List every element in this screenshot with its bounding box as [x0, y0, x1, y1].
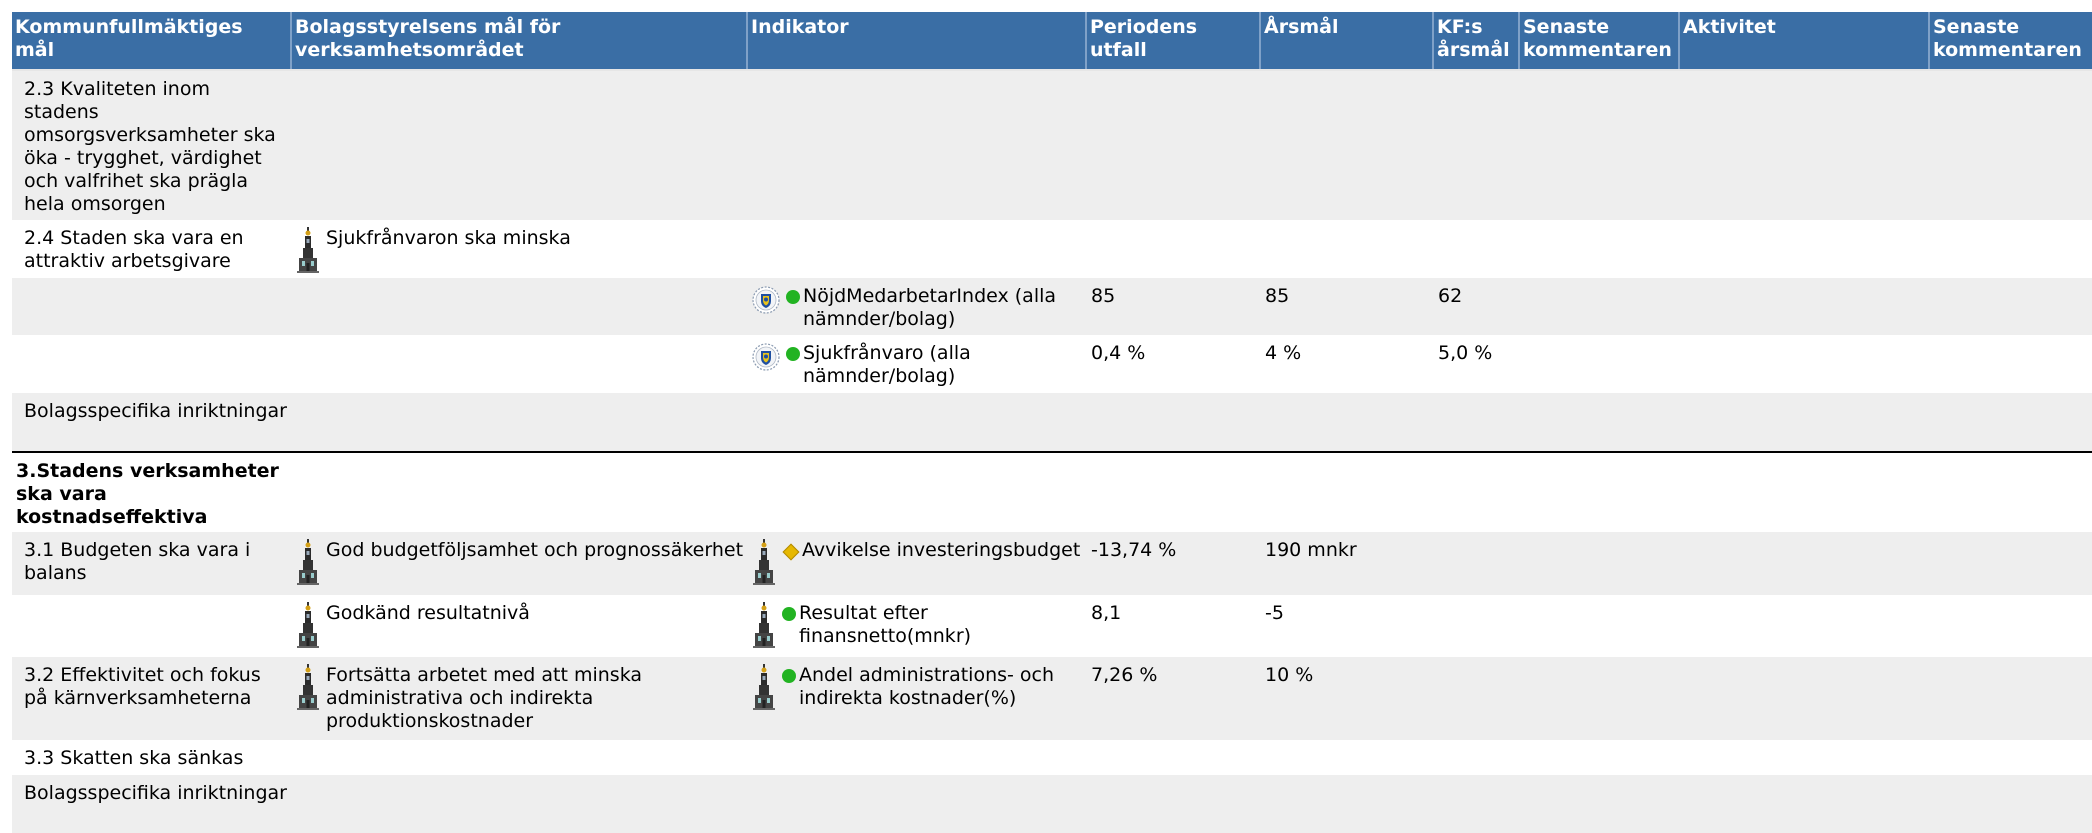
kf-goal-cell: Bolagsspecifika inriktningar [24, 400, 287, 422]
kf-goal-heading: 3.Stadens verksamheter ska vara kostnads… [16, 460, 279, 528]
kf-goal-cell: 2.4 Staden ska vara en attraktiv arbetsg… [24, 227, 244, 272]
status-green-icon [782, 669, 796, 683]
table-row: NöjdMedarbetarIndex (alla nämnder/bolag)… [12, 278, 2092, 335]
indicator-cell: Andel administrations- och indirekta kos… [748, 657, 1087, 740]
annual-target-cell: -5 [1265, 602, 1284, 624]
stadshus-tower-icon [752, 602, 776, 648]
stadshus-tower-icon [296, 227, 320, 273]
board-goal-text[interactable]: Fortsätta arbetet med att minska adminis… [326, 664, 744, 733]
table-row: 2.4 Staden ska vara en attraktiv arbetsg… [12, 220, 2092, 278]
kf-goal-cell: 3.2 Effektivitet och fokus på kärnverksa… [24, 664, 261, 709]
status-green-icon [786, 347, 800, 361]
board-goal-text[interactable]: Godkänd resultatnivå [326, 602, 530, 625]
board-goal-cell: Fortsätta arbetet med att minska adminis… [292, 657, 748, 740]
city-seal-icon [752, 343, 780, 371]
stadshus-tower-icon [752, 664, 776, 710]
board-goal-cell: Godkänd resultatnivå [292, 595, 748, 657]
kf-goal-cell: Bolagsspecifika inriktningar [24, 782, 287, 804]
indicator-cell: Sjukfrånvaro (alla nämnder/bolag) [748, 335, 1087, 393]
annual-target-cell: 190 mnkr [1265, 539, 1357, 561]
header-latest-comment[interactable]: Senaste kommentaren [1520, 12, 1680, 69]
annual-target-cell: 4 % [1265, 342, 1302, 364]
kf-goal-cell: 3.3 Skatten ska sänkas [24, 747, 244, 769]
status-green-icon [782, 607, 796, 621]
table-row: 3.2 Effektivitet och fokus på kärnverksa… [12, 657, 2092, 740]
kf-goal-cell: 2.3 Kvaliteten inom stadens omsorgsverks… [24, 78, 276, 215]
stadshus-tower-icon [296, 539, 320, 585]
stadshus-tower-icon [296, 664, 320, 710]
indicator-text[interactable]: Resultat efter finansnetto(mnkr) [799, 602, 1083, 648]
table-row: Bolagsspecifika inriktningar [12, 775, 2092, 833]
header-annual-target[interactable]: Årsmål [1261, 12, 1434, 69]
table-header: Kommunfullmäktiges mål Bolagsstyrelsens … [12, 12, 2092, 71]
goals-table: Kommunfullmäktiges mål Bolagsstyrelsens … [12, 12, 2092, 833]
header-indicator[interactable]: Indikator [748, 12, 1087, 69]
status-green-icon [786, 290, 800, 304]
table-row: 3.3 Skatten ska sänkas [12, 740, 2092, 775]
period-outcome-cell: 85 [1091, 285, 1116, 307]
board-goal-cell: God budgetföljsamhet och prognossäkerhet [292, 532, 748, 595]
annual-target-cell: 10 % [1265, 664, 1314, 686]
header-kf-annual-target[interactable]: KF:s årsmål [1434, 12, 1520, 69]
table-row: Sjukfrånvaro (alla nämnder/bolag) 0,4 % … [12, 335, 2092, 393]
kf-annual-target-cell: 5,0 % [1438, 342, 1493, 364]
board-goal-text[interactable]: Sjukfrånvaron ska minska [326, 227, 571, 250]
header-latest-comment-activity[interactable]: Senaste kommentaren [1930, 12, 2092, 69]
indicator-text[interactable]: Andel administrations- och indirekta kos… [799, 664, 1083, 710]
header-activity[interactable]: Aktivitet [1680, 12, 1930, 69]
stadshus-tower-icon [752, 539, 776, 585]
indicator-text[interactable]: Sjukfrånvaro (alla nämnder/bolag) [803, 342, 1083, 388]
table-row: Bolagsspecifika inriktningar [12, 393, 2092, 451]
status-yellow-icon [782, 543, 800, 561]
indicator-cell: NöjdMedarbetarIndex (alla nämnder/bolag) [748, 278, 1087, 335]
indicator-text[interactable]: NöjdMedarbetarIndex (alla nämnder/bolag) [803, 285, 1083, 331]
header-board-goal[interactable]: Bolagsstyrelsens mål för verksamhetsområ… [292, 12, 748, 69]
city-seal-icon [752, 286, 780, 314]
period-outcome-cell: 7,26 % [1091, 664, 1158, 686]
header-kf-goal[interactable]: Kommunfullmäktiges mål [12, 12, 292, 69]
board-goal-text[interactable]: God budgetföljsamhet och prognossäkerhet [326, 539, 743, 562]
table-row: Godkänd resultatnivå Resultat efter fina… [12, 595, 2092, 657]
table-row: 3.Stadens verksamheter ska vara kostnads… [12, 451, 2092, 532]
table-row: 2.3 Kvaliteten inom stadens omsorgsverks… [12, 71, 2092, 220]
indicator-cell: Resultat efter finansnetto(mnkr) [748, 595, 1087, 657]
indicator-text[interactable]: Avvikelse investeringsbudget [802, 539, 1080, 562]
header-period-outcome[interactable]: Periodens utfall [1087, 12, 1261, 69]
period-outcome-cell: 8,1 [1091, 602, 1122, 624]
stadshus-tower-icon [296, 602, 320, 648]
annual-target-cell: 85 [1265, 285, 1290, 307]
period-outcome-cell: -13,74 % [1091, 539, 1177, 561]
table-row: 3.1 Budgeten ska vara i balans God budge… [12, 532, 2092, 595]
board-goal-cell: Sjukfrånvaron ska minska [292, 220, 748, 278]
kf-annual-target-cell: 62 [1438, 285, 1463, 307]
period-outcome-cell: 0,4 % [1091, 342, 1146, 364]
kf-goal-cell: 3.1 Budgeten ska vara i balans [24, 539, 251, 584]
indicator-cell: Avvikelse investeringsbudget [748, 532, 1087, 595]
